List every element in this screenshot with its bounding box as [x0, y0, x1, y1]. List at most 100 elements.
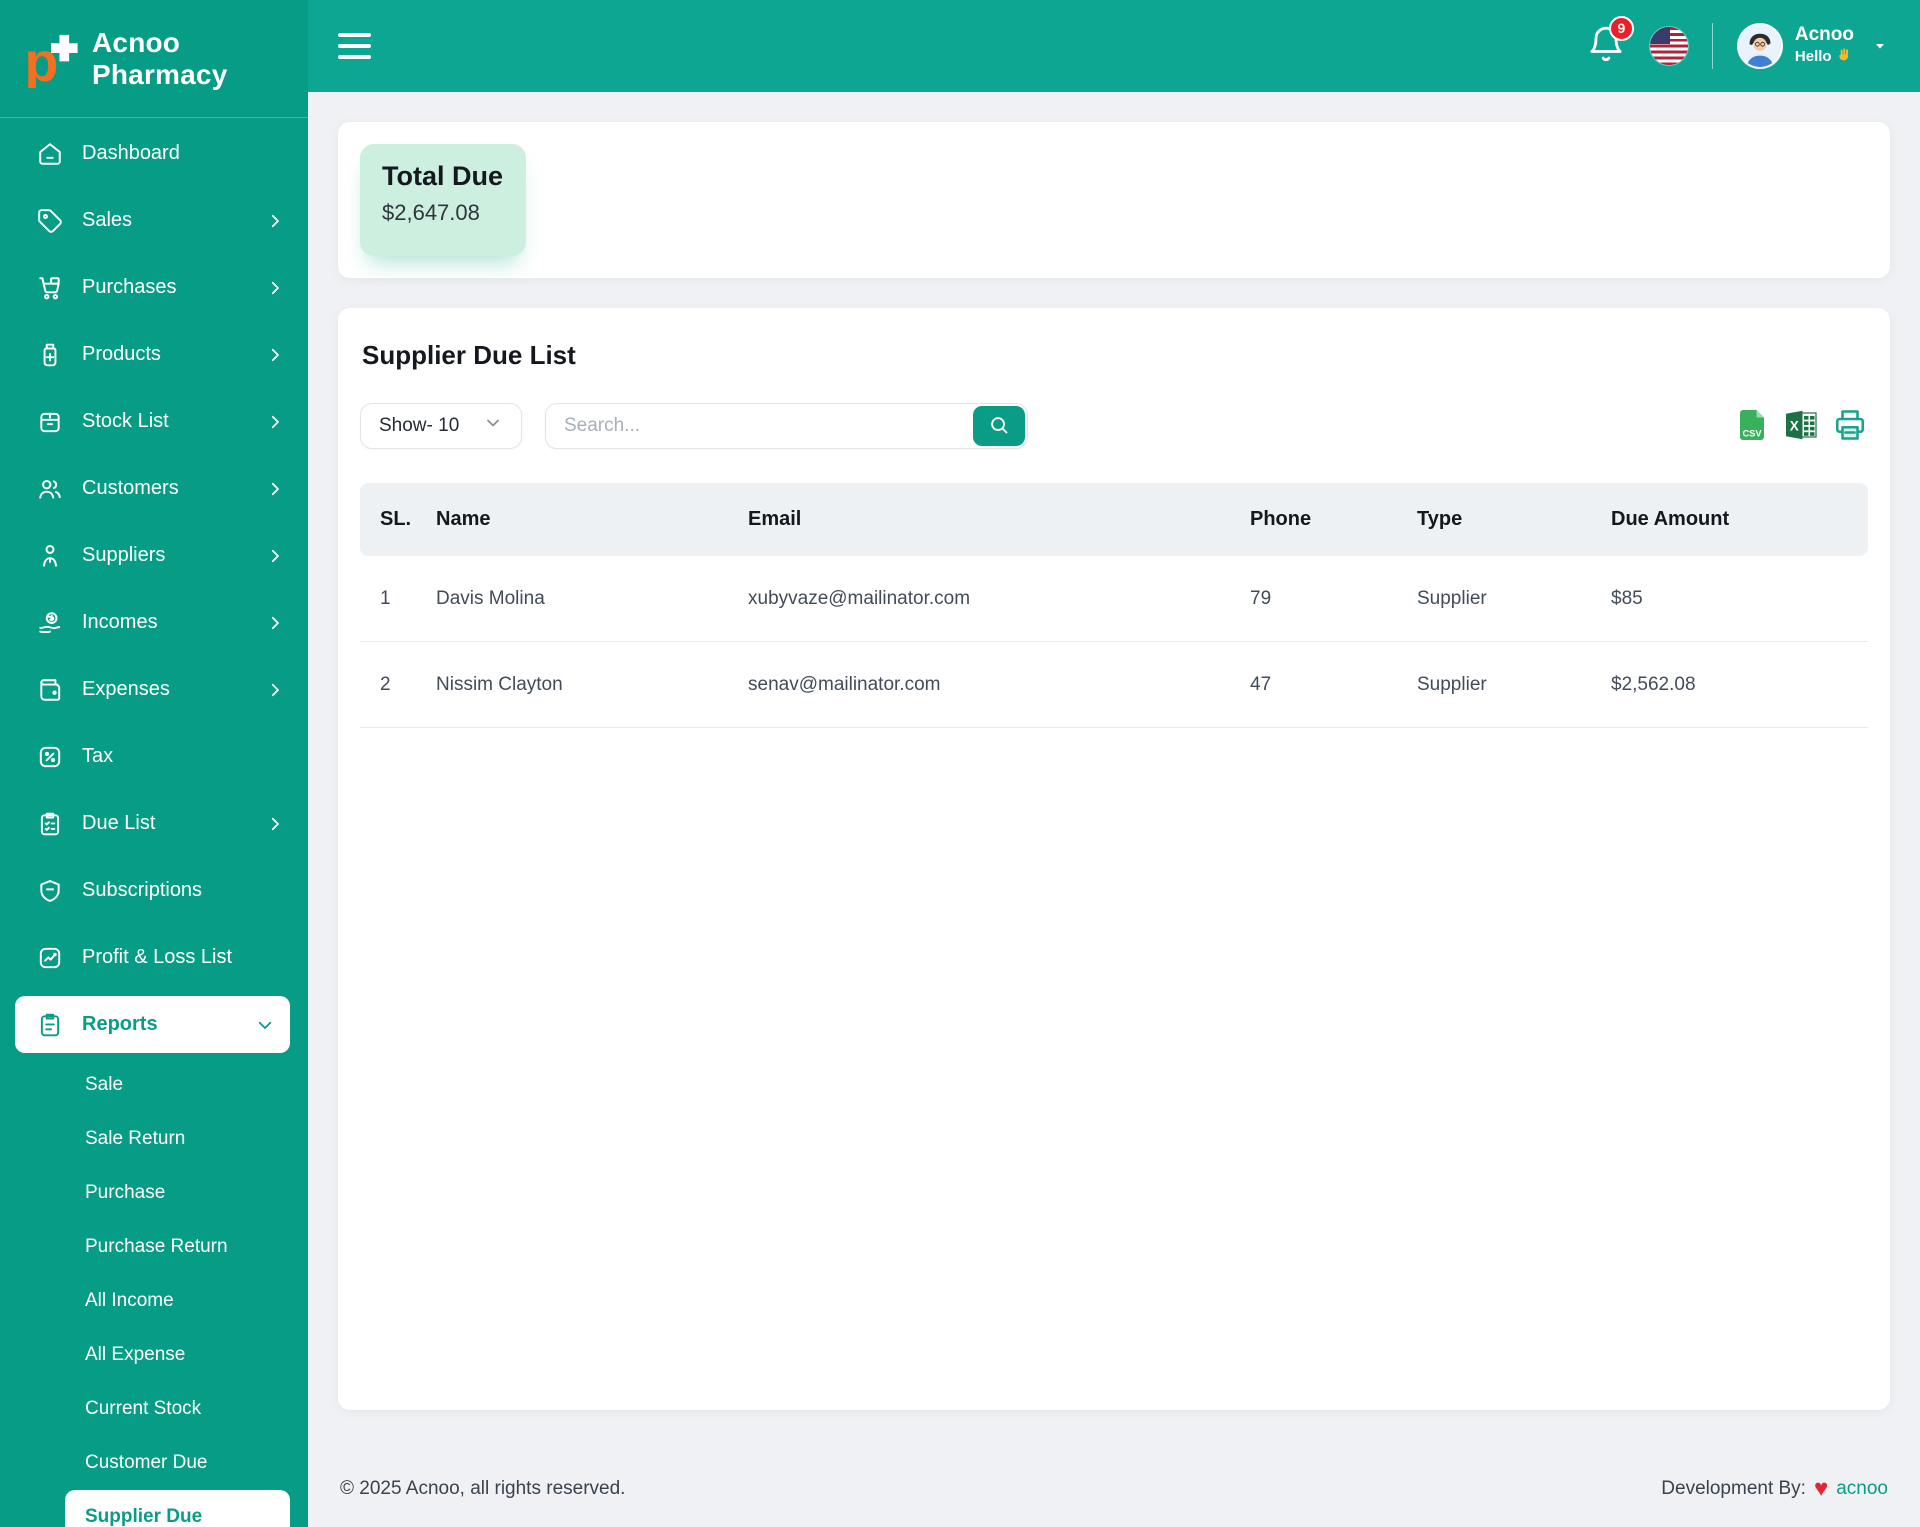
users-icon [37, 476, 63, 502]
caret-down-icon [1872, 38, 1888, 54]
submenu-item-all-expense[interactable]: All Expense [0, 1328, 308, 1382]
submenu-item-all-income[interactable]: All Income [0, 1274, 308, 1328]
table-controls: Show- 10 CSV X [360, 403, 1868, 449]
chevron-down-icon [483, 413, 503, 439]
brand-logo[interactable]: p Acnoo Pharmacy [0, 0, 308, 118]
medicine-bottle-icon [37, 342, 63, 368]
chevron-right-icon [266, 614, 284, 632]
supplier-due-table: SL. Name Email Phone Type Due Amount 1 D… [360, 483, 1868, 728]
user-menu[interactable]: Acnoo Hello [1736, 23, 1888, 69]
clipboard-check-icon [37, 811, 63, 837]
svg-text:X: X [1790, 418, 1799, 433]
sidebar-item-dashboard[interactable]: Dashboard [0, 120, 308, 187]
cell-type: Supplier [1417, 587, 1487, 609]
table-header-row: SL. Name Email Phone Type Due Amount [360, 483, 1868, 556]
menu-toggle-button[interactable] [332, 27, 377, 65]
shield-tag-icon [37, 878, 63, 904]
submenu-item-sale-return[interactable]: Sale Return [0, 1112, 308, 1166]
avatar [1736, 23, 1783, 69]
sidebar-nav: Dashboard Sales Purchases Products Stock… [0, 118, 308, 1527]
us-flag-icon[interactable] [1649, 27, 1688, 65]
percent-icon [37, 744, 63, 770]
csv-file-icon: CSV [1734, 407, 1770, 446]
search-input[interactable] [545, 403, 1028, 449]
submenu-item-current-stock[interactable]: Current Stock [0, 1382, 308, 1436]
pharmacy-logo-icon: p [22, 30, 80, 92]
table-row[interactable]: 1 Davis Molina xubyvaze@mailinator.com 7… [360, 556, 1868, 642]
developer-link[interactable]: acnoo [1836, 1478, 1888, 1500]
cell-name: Davis Molina [436, 587, 545, 609]
sidebar-item-products[interactable]: Products [0, 321, 308, 388]
total-due-card: Total Due $2,647.08 [360, 144, 526, 256]
svg-text:p: p [24, 30, 58, 87]
chevron-right-icon [266, 547, 284, 565]
cell-due-amount: $85 [1611, 587, 1643, 609]
column-header-name: Name [436, 508, 491, 530]
sidebar-item-tax[interactable]: Tax [0, 723, 308, 790]
waving-hand-icon [1836, 47, 1852, 68]
total-due-value: $2,647.08 [382, 200, 480, 225]
heart-icon: ♥ [1813, 1475, 1829, 1502]
notifications-button[interactable]: 9 [1586, 15, 1634, 69]
sidebar-item-sales[interactable]: Sales [0, 187, 308, 254]
column-header-sl: SL. [380, 508, 412, 530]
submenu-item-purchase[interactable]: Purchase [0, 1166, 308, 1220]
page-title: Supplier Due List [362, 340, 576, 370]
chevron-right-icon [266, 279, 284, 297]
sidebar-item-expenses[interactable]: Expenses [0, 656, 308, 723]
copyright-text: © 2025 Acnoo, all rights reserved. [340, 1478, 626, 1499]
column-header-type: Type [1417, 508, 1463, 530]
column-header-due-amount: Due Amount [1611, 508, 1730, 530]
main-content: Total Due $2,647.08 Supplier Due List Sh… [308, 92, 1920, 1527]
price-tag-icon [37, 208, 63, 234]
home-icon [37, 141, 63, 167]
sidebar-item-purchases[interactable]: Purchases [0, 254, 308, 321]
sidebar-item-subscriptions[interactable]: Subscriptions [0, 857, 308, 924]
top-header: 9 Acnoo Hello [308, 0, 1920, 92]
sidebar-item-reports[interactable]: Reports [15, 996, 290, 1053]
submenu-item-customer-due[interactable]: Customer Due [0, 1436, 308, 1490]
search-icon [988, 414, 1010, 439]
submenu-item-purchase-return[interactable]: Purchase Return [0, 1220, 308, 1274]
cell-email: xubyvaze@mailinator.com [748, 587, 971, 609]
search-box [545, 403, 1028, 449]
svg-text:CSV: CSV [1742, 428, 1762, 438]
content-column: 9 Acnoo Hello Total Due $2,647.08 Suppli… [308, 0, 1920, 1527]
sidebar-item-suppliers[interactable]: Suppliers [0, 522, 308, 589]
user-name: Acnoo [1794, 24, 1854, 46]
summary-card: Total Due $2,647.08 [338, 122, 1890, 278]
stock-box-icon [37, 409, 63, 435]
cell-phone: 79 [1250, 587, 1272, 609]
greeting-text: Hello [1794, 48, 1832, 66]
submenu-item-sale[interactable]: Sale [0, 1058, 308, 1112]
brand-name: Acnoo Pharmacy [92, 26, 228, 90]
export-csv-button[interactable]: CSV [1734, 407, 1770, 446]
cell-sl: 1 [380, 587, 391, 609]
sidebar-item-incomes[interactable]: Incomes [0, 589, 308, 656]
excel-file-icon: X [1783, 407, 1819, 446]
chevron-right-icon [266, 480, 284, 498]
report-clipboard-icon [37, 1012, 63, 1038]
notification-badge: 9 [1608, 15, 1634, 41]
cell-sl: 2 [380, 673, 391, 695]
cart-icon [37, 275, 63, 301]
chevron-right-icon [266, 346, 284, 364]
sidebar-item-stock-list[interactable]: Stock List [0, 388, 308, 455]
export-buttons: CSV X [1734, 407, 1868, 446]
wallet-icon [37, 677, 63, 703]
chevron-right-icon [266, 212, 284, 230]
development-by: Development By: ♥ acnoo [1661, 1475, 1888, 1502]
export-excel-button[interactable]: X [1783, 407, 1819, 446]
submenu-item-supplier-due[interactable]: Supplier Due [65, 1490, 290, 1527]
page-size-select[interactable]: Show- 10 [360, 403, 522, 449]
print-button[interactable] [1832, 407, 1868, 446]
sidebar-item-profit-loss[interactable]: Profit & Loss List [0, 924, 308, 991]
hand-coin-icon [37, 610, 63, 636]
search-button[interactable] [973, 406, 1025, 446]
sidebar-item-customers[interactable]: Customers [0, 455, 308, 522]
column-header-phone: Phone [1250, 508, 1312, 530]
sidebar-item-due-list[interactable]: Due List [0, 790, 308, 857]
sidebar: p Acnoo Pharmacy Dashboard Sales Purchas… [0, 0, 308, 1527]
table-row[interactable]: 2 Nissim Clayton senav@mailinator.com 47… [360, 642, 1868, 728]
chevron-right-icon [266, 681, 284, 699]
